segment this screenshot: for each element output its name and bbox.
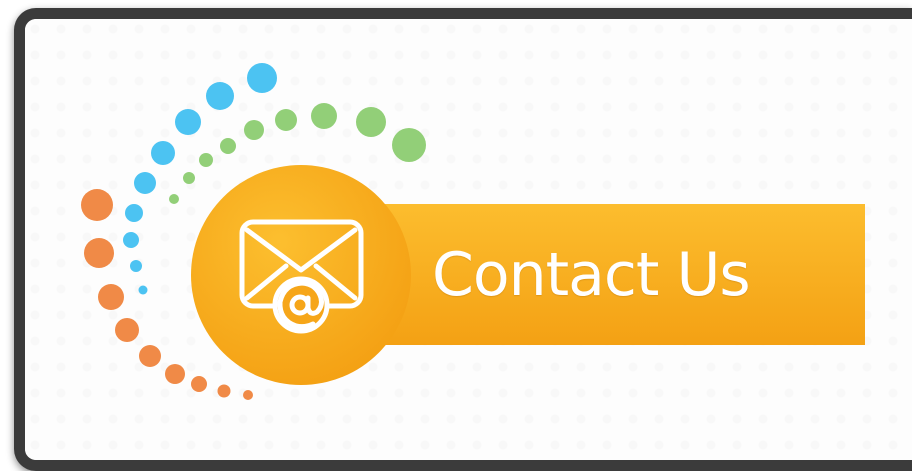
contact-us-label[interactable]: Contact Us bbox=[432, 230, 751, 320]
banner-circle bbox=[191, 165, 411, 385]
